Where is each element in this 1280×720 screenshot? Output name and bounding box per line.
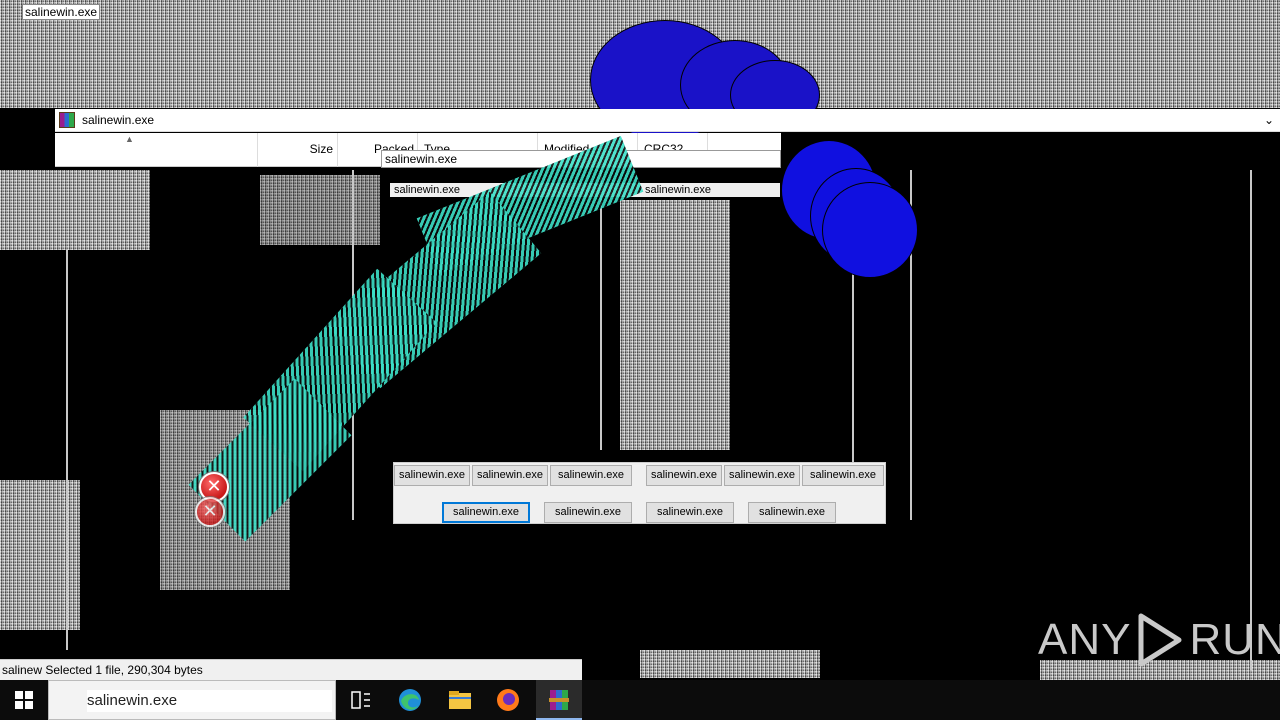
- dialog-button[interactable]: salinewin.exe: [472, 465, 548, 486]
- play-icon: [1138, 613, 1182, 667]
- taskbar-search-box[interactable]: salinewin.exe: [48, 680, 336, 720]
- glitch-line: [600, 170, 602, 450]
- chevron-down-icon[interactable]: ⌄: [1264, 113, 1274, 127]
- taskbar: salinewin.exe: [0, 680, 1280, 720]
- edge-icon[interactable]: [396, 686, 424, 714]
- file-type: salinewin.exe: [645, 184, 712, 196]
- glitch-noise: [0, 480, 80, 630]
- dialog-button[interactable]: salinewin.exe: [550, 465, 632, 486]
- glitch-line: [1250, 170, 1252, 670]
- file-name: salinewin.exe: [394, 184, 461, 196]
- window-title-tag: salinewin.exe: [22, 4, 101, 20]
- dialog-button[interactable]: salinewin.exe: [646, 465, 722, 486]
- anyrun-watermark: ANY RUN: [1038, 608, 1280, 672]
- winrar-icon[interactable]: [545, 686, 573, 714]
- window-title: salinewin.exe: [82, 113, 155, 127]
- dialog-button[interactable]: salinewin.exe: [394, 465, 470, 486]
- status-bar: salinew Selected 1 file, 290,304 bytes: [0, 659, 582, 680]
- glitch-noise: [640, 650, 820, 678]
- watermark-left: ANY: [1038, 615, 1132, 664]
- task-view-icon[interactable]: [346, 686, 374, 714]
- dialog-default-button[interactable]: salinewin.exe: [442, 502, 530, 523]
- winrar-icon: [59, 112, 75, 128]
- winrar-title-bar[interactable]: salinewin.exe ⌄: [55, 109, 1280, 132]
- firefox-icon[interactable]: [494, 686, 522, 714]
- watermark-right: RUN: [1189, 615, 1280, 664]
- dialog-button[interactable]: salinewin.exe: [748, 502, 836, 523]
- glitch-noise: [620, 200, 730, 450]
- dialog-button[interactable]: salinewin.exe: [544, 502, 632, 523]
- error-icon: ✕: [195, 497, 225, 527]
- dialog-button[interactable]: salinewin.exe: [802, 465, 884, 486]
- column-size[interactable]: Size: [258, 133, 338, 167]
- dialog-button[interactable]: salinewin.exe: [724, 465, 800, 486]
- glitch-circle: [822, 182, 918, 278]
- glitch-noise: [0, 170, 150, 250]
- windows-start-icon[interactable]: [0, 680, 48, 720]
- dialog-button[interactable]: salinewin.exe: [646, 502, 734, 523]
- file-explorer-icon[interactable]: [446, 686, 474, 714]
- glitch-line: [66, 250, 68, 650]
- glitch-noise: [260, 175, 380, 245]
- search-input[interactable]: salinewin.exe: [87, 690, 332, 712]
- column-name[interactable]: [55, 133, 258, 167]
